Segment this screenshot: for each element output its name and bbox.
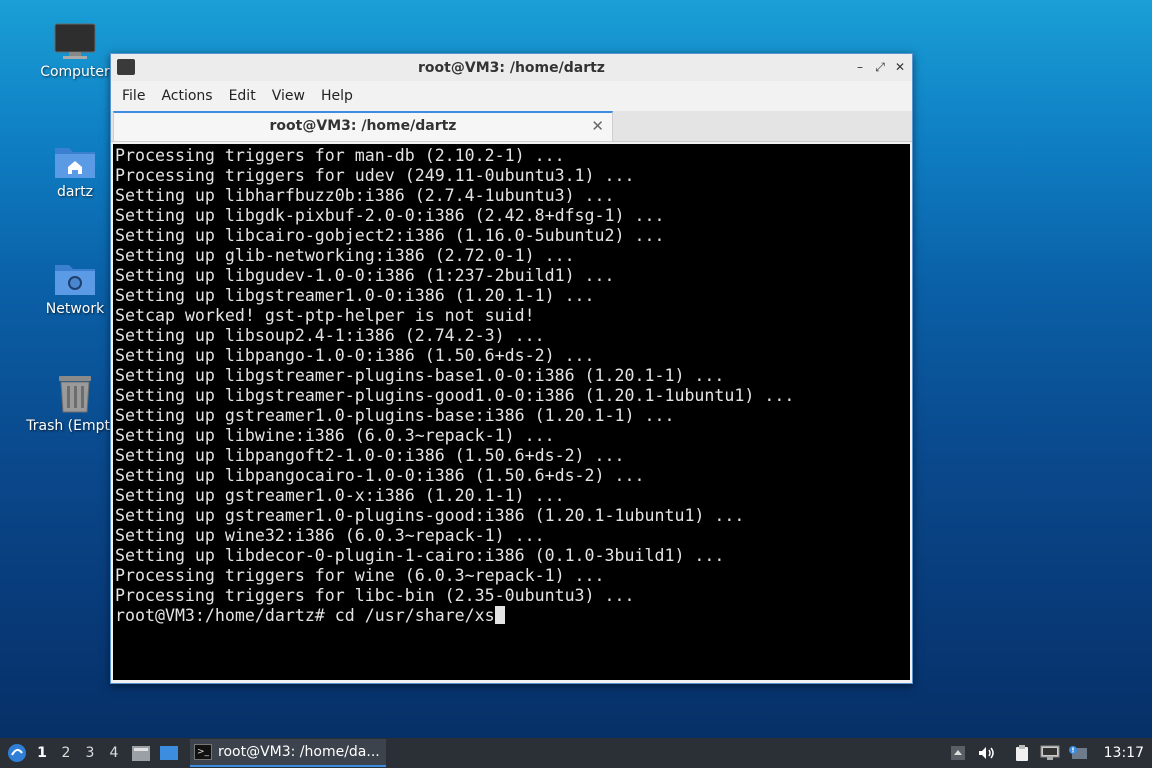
show-desktop-icon: [160, 746, 178, 760]
terminal-line: Setting up libpangocairo-1.0-0:i386 (1.5…: [115, 466, 645, 485]
terminal-line: Processing triggers for man-db (2.10.2-1…: [115, 146, 565, 165]
window-titlebar[interactable]: root@VM3: /home/dartz – ⤢ ✕: [111, 54, 912, 81]
clipboard-button[interactable]: [1010, 741, 1034, 765]
file-manager-launcher[interactable]: [128, 741, 154, 765]
terminal-icon: [117, 59, 135, 75]
terminal-line: Setting up glib-networking:i386 (2.72.0-…: [115, 246, 575, 265]
terminal-output[interactable]: Processing triggers for man-db (2.10.2-1…: [113, 144, 910, 680]
network-icon: [1040, 745, 1060, 760]
start-menu-button[interactable]: [4, 740, 30, 766]
terminal-line: Setting up libsoup2.4-1:i386 (2.74.2-3) …: [115, 326, 545, 345]
terminal-window: root@VM3: /home/dartz – ⤢ ✕ File Actions…: [110, 53, 913, 684]
menu-actions[interactable]: Actions: [154, 88, 219, 104]
workspace-3[interactable]: 3: [78, 745, 102, 761]
terminal-line: Setting up libgudev-1.0-0:i386 (1:237-2b…: [115, 266, 615, 285]
terminal-line: Processing triggers for wine (6.0.3~repa…: [115, 566, 605, 585]
terminal-line: Setting up libharfbuzz0b:i386 (2.7.4-1ub…: [115, 186, 615, 205]
terminal-line: Setting up libcairo-gobject2:i386 (1.16.…: [115, 226, 665, 245]
tab-terminal[interactable]: root@VM3: /home/dartz ✕: [113, 111, 613, 142]
system-tray: 13:17: [944, 738, 1152, 768]
monitor-icon: [54, 23, 96, 59]
terminal-line: Setting up libgstreamer1.0-0:i386 (1.20.…: [115, 286, 595, 305]
minimize-button[interactable]: –: [852, 59, 868, 75]
window-title: root@VM3: /home/dartz: [418, 59, 605, 76]
home-folder-icon: [55, 148, 95, 178]
volume-button[interactable]: [974, 741, 998, 765]
terminal-line: Setting up libgstreamer-plugins-good1.0-…: [115, 386, 795, 405]
network-button[interactable]: [1038, 741, 1062, 765]
tray-up-arrow-icon[interactable]: [946, 741, 970, 765]
maximize-button[interactable]: ⤢: [872, 59, 888, 75]
show-desktop-button[interactable]: [156, 741, 182, 765]
menu-bar: File Actions Edit View Help: [111, 81, 912, 111]
terminal-prompt-line[interactable]: root@VM3:/home/dartz# cd /usr/share/xs: [115, 606, 910, 626]
terminal-line: Setting up wine32:i386 (6.0.3~repack-1) …: [115, 526, 545, 545]
terminal-line: Setting up libdecor-0-plugin-1-cairo:i38…: [115, 546, 725, 565]
terminal-line: Setting up gstreamer1.0-x:i386 (1.20.1-1…: [115, 486, 565, 505]
clock[interactable]: 13:17: [1104, 745, 1144, 761]
menu-view[interactable]: View: [265, 88, 312, 104]
desktop: Computer dartz Network Trash (Empty) roo…: [0, 0, 1152, 738]
terminal-line: Processing triggers for udev (249.11-0ub…: [115, 166, 635, 185]
tab-close-icon[interactable]: ✕: [591, 113, 604, 140]
file-manager-icon: [132, 746, 150, 761]
volume-icon: [978, 747, 994, 759]
terminal-line: Setting up libgdk-pixbuf-2.0-0:i386 (2.4…: [115, 206, 665, 225]
terminal-icon: >_: [194, 744, 212, 760]
up-arrow-icon: [950, 746, 965, 760]
workspace-2[interactable]: 2: [54, 745, 78, 761]
tab-label: root@VM3: /home/dartz: [269, 118, 457, 134]
lubuntu-logo-icon: [8, 744, 26, 762]
network-folder-icon: [55, 265, 95, 295]
task-label: root@VM3: /home/da...: [218, 744, 380, 760]
menu-edit[interactable]: Edit: [222, 88, 263, 104]
terminal-input[interactable]: cd /usr/share/xs: [335, 606, 495, 625]
taskbar-task-terminal[interactable]: >_ root@VM3: /home/da...: [190, 739, 386, 767]
notification-button[interactable]: [1066, 741, 1090, 765]
terminal-line: Setting up libpangoft2-1.0-0:i386 (1.50.…: [115, 446, 625, 465]
trash-icon: [59, 376, 91, 413]
clipboard-icon: [1015, 745, 1028, 761]
terminal-line: Setting up libwine:i386 (6.0.3~repack-1)…: [115, 426, 555, 445]
taskbar: 1 2 3 4 >_ root@VM3: /home/da... 13:17: [0, 738, 1152, 768]
terminal-cursor: [494, 606, 505, 624]
terminal-prompt: root@VM3:/home/dartz#: [115, 606, 335, 625]
close-button[interactable]: ✕: [892, 59, 908, 75]
terminal-line: Setting up gstreamer1.0-plugins-base:i38…: [115, 406, 675, 425]
workspace-4[interactable]: 4: [102, 745, 126, 761]
menu-help[interactable]: Help: [314, 88, 360, 104]
update-notifier-icon: [1068, 746, 1087, 759]
terminal-line: Setting up libgstreamer-plugins-base1.0-…: [115, 366, 725, 385]
terminal-line: Processing triggers for libc-bin (2.35-0…: [115, 586, 635, 605]
terminal-line: Setcap worked! gst-ptp-helper is not sui…: [115, 306, 535, 325]
terminal-line: Setting up gstreamer1.0-plugins-good:i38…: [115, 506, 745, 525]
tab-bar: root@VM3: /home/dartz ✕: [111, 111, 912, 142]
terminal-line: Setting up libpango-1.0-0:i386 (1.50.6+d…: [115, 346, 595, 365]
workspace-1[interactable]: 1: [30, 745, 54, 761]
menu-file[interactable]: File: [115, 88, 152, 104]
